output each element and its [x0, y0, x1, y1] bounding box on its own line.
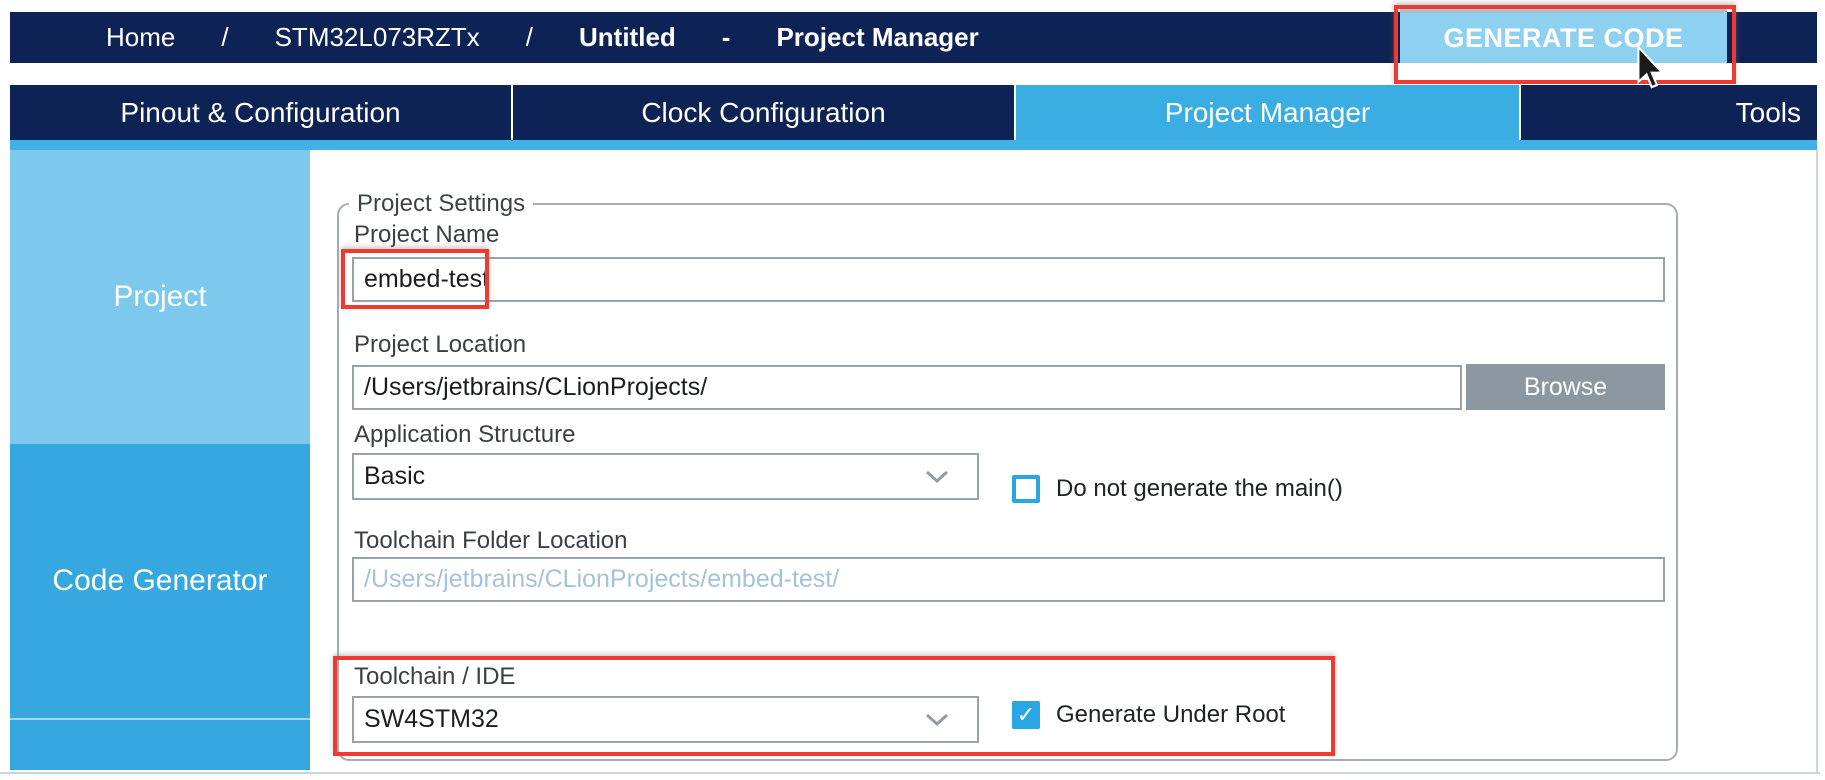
toolchain-ide-dropdown[interactable]: SW4STM32 — [352, 696, 979, 743]
tab-clock-configuration[interactable]: Clock Configuration — [513, 85, 1014, 140]
toolchain-folder-location-input — [352, 557, 1665, 602]
window-bottom-edge — [0, 772, 1820, 774]
project-location-input[interactable] — [352, 365, 1462, 410]
chevron-down-icon — [925, 713, 949, 727]
toolchain-folder-location-label: Toolchain Folder Location — [354, 527, 628, 555]
chevron-down-icon — [925, 470, 949, 484]
group-title: Project Settings — [349, 190, 533, 218]
breadcrumb: Home / STM32L073RZTx / Untitled - Projec… — [106, 22, 979, 53]
breadcrumb-home[interactable]: Home — [106, 22, 175, 53]
project-name-input[interactable] — [352, 257, 1665, 302]
sidebar-item-code-generator[interactable]: Code Generator — [10, 444, 310, 718]
project-location-label: Project Location — [354, 331, 526, 359]
application-structure-label: Application Structure — [354, 421, 575, 449]
breadcrumb-dash: - — [722, 22, 731, 53]
application-structure-dropdown[interactable]: Basic — [352, 453, 979, 500]
generate-code-button[interactable]: GENERATE CODE — [1400, 9, 1727, 63]
tab-pinout-configuration[interactable]: Pinout & Configuration — [10, 85, 511, 140]
do-not-generate-main-row: Do not generate the main() — [1012, 475, 1343, 503]
window-right-edge — [1816, 150, 1818, 772]
active-tab-underline — [10, 140, 1817, 150]
main-tab-bar: Pinout & Configuration Clock Configurati… — [10, 85, 1817, 140]
breadcrumb-document: Untitled — [579, 22, 676, 53]
generate-under-root-label: Generate Under Root — [1056, 701, 1285, 729]
generate-under-root-row: ✓ Generate Under Root — [1012, 701, 1285, 729]
top-toolbar: Home / STM32L073RZTx / Untitled - Projec… — [10, 12, 1817, 63]
toolchain-ide-label: Toolchain / IDE — [354, 663, 515, 691]
tab-project-manager[interactable]: Project Manager — [1016, 85, 1519, 140]
tab-tools[interactable]: Tools — [1521, 85, 1817, 140]
breadcrumb-page: Project Manager — [776, 22, 978, 53]
breadcrumb-device[interactable]: STM32L073RZTx — [275, 22, 480, 53]
sidebar-item-advanced[interactable] — [10, 718, 310, 770]
project-manager-sidebar: Project Code Generator — [10, 150, 310, 770]
breadcrumb-separator: / — [221, 22, 228, 53]
do-not-generate-main-checkbox[interactable] — [1012, 475, 1040, 503]
application-structure-value: Basic — [364, 462, 425, 491]
do-not-generate-main-label: Do not generate the main() — [1056, 475, 1343, 503]
sidebar-item-project[interactable]: Project — [10, 150, 310, 444]
stm32cubemx-window: Home / STM32L073RZTx / Untitled - Projec… — [0, 0, 1825, 780]
project-settings-group: Project Settings Project Name Project Lo… — [337, 203, 1678, 761]
browse-button[interactable]: Browse — [1466, 364, 1665, 410]
toolchain-ide-value: SW4STM32 — [364, 705, 499, 734]
breadcrumb-separator: / — [526, 22, 533, 53]
project-name-label: Project Name — [354, 221, 499, 249]
generate-under-root-checkbox[interactable]: ✓ — [1012, 701, 1040, 729]
